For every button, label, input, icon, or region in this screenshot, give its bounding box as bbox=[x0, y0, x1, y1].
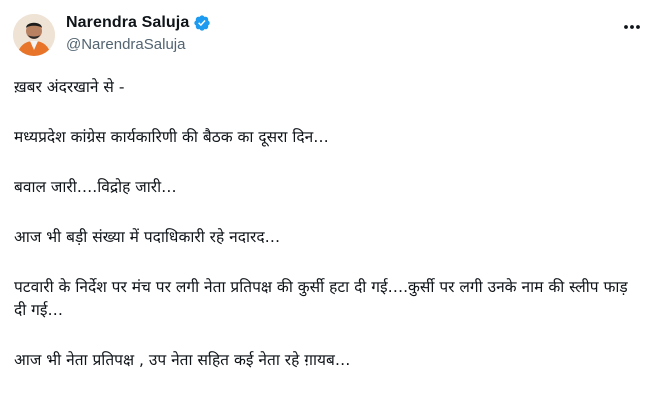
tweet-card: Narendra Saluja @NarendraSaluja ख़बर अंद… bbox=[0, 0, 657, 419]
tweet-text: ख़बर अंदरखाने से - मध्यप्रदेश कांग्रेस क… bbox=[14, 76, 644, 399]
author-handle[interactable]: @NarendraSaluja bbox=[66, 36, 211, 53]
tweet-paragraph: आज भी बड़ी संख्या में पदाधिकारी रहे नदार… bbox=[14, 228, 281, 246]
more-horizontal-icon bbox=[624, 25, 640, 29]
author-info: Narendra Saluja @NarendraSaluja bbox=[66, 13, 211, 53]
tweet-paragraph: ख़बर अंदरखाने से - bbox=[14, 78, 125, 96]
tweet-paragraph: बवाल जारी….विद्रोह जारी… bbox=[14, 178, 177, 196]
tweet-paragraph: पटवारी के निर्देश पर मंच पर लगी नेता प्र… bbox=[14, 278, 628, 319]
display-name[interactable]: Narendra Saluja bbox=[66, 14, 189, 32]
profile-photo-icon bbox=[13, 14, 55, 56]
verified-badge-icon bbox=[193, 14, 211, 32]
avatar[interactable] bbox=[13, 14, 55, 56]
more-options-button[interactable] bbox=[621, 16, 643, 38]
name-row: Narendra Saluja bbox=[66, 13, 211, 33]
tweet-paragraph: आज भी नेता प्रतिपक्ष , उप नेता सहित कई न… bbox=[14, 351, 351, 369]
tweet-paragraph: मध्यप्रदेश कांग्रेस कार्यकारिणी की बैठक … bbox=[14, 128, 329, 146]
